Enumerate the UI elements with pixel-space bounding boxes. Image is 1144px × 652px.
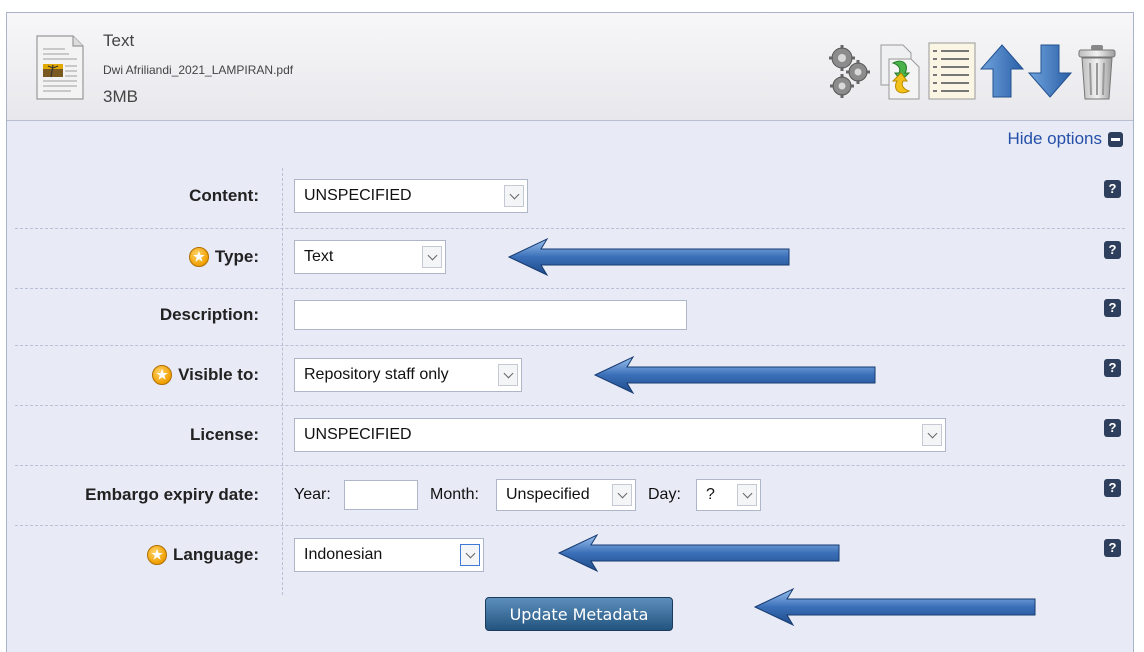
row-license: License: UNSPECIFIED ? xyxy=(7,405,1133,465)
description-input[interactable] xyxy=(294,300,687,330)
annotation-arrow-icon xyxy=(507,237,790,277)
annotation-arrow-icon xyxy=(557,533,840,573)
month-select[interactable]: Unspecified xyxy=(496,479,636,511)
details-icon[interactable] xyxy=(927,41,977,101)
language-select[interactable]: Indonesian xyxy=(294,538,484,572)
description-label: Description: xyxy=(159,305,259,324)
file-name[interactable]: Dwi Afriliandi_2021_LAMPIRAN.pdf xyxy=(103,63,293,77)
help-icon[interactable]: ? xyxy=(1104,241,1121,259)
file-size: 3MB xyxy=(103,87,138,106)
type-label: Type: xyxy=(188,247,259,267)
content-select-value: UNSPECIFIED xyxy=(304,187,412,204)
license-label: License: xyxy=(190,425,259,444)
help-icon[interactable]: ? xyxy=(1104,180,1121,198)
content-select[interactable]: UNSPECIFIED xyxy=(294,179,528,213)
collapse-icon[interactable] xyxy=(1108,131,1123,147)
help-icon[interactable]: ? xyxy=(1104,419,1121,437)
day-select-value: ? xyxy=(706,486,715,503)
file-header: Text Dwi Afriliandi_2021_LAMPIRAN.pdf 3M… xyxy=(7,13,1133,121)
day-label: Day: xyxy=(648,486,681,503)
type-select[interactable]: Text xyxy=(294,240,446,274)
row-description: Description: ? xyxy=(7,285,1133,345)
month-label: Month: xyxy=(430,486,479,503)
update-metadata-button[interactable]: Update Metadata xyxy=(485,597,673,631)
help-icon[interactable]: ? xyxy=(1104,539,1121,557)
embargo-label: Embargo expiry date: xyxy=(85,485,259,504)
move-up-icon[interactable] xyxy=(979,41,1025,101)
document-panel: Text Dwi Afriliandi_2021_LAMPIRAN.pdf 3M… xyxy=(6,12,1134,652)
chevron-down-icon[interactable] xyxy=(504,185,524,207)
required-star-icon xyxy=(152,365,173,385)
hide-options-label[interactable]: Hide options xyxy=(1007,129,1102,149)
year-input[interactable] xyxy=(344,480,418,510)
move-down-icon[interactable] xyxy=(1027,41,1073,101)
visible-to-select-value: Repository staff only xyxy=(304,366,449,383)
content-label: Content: xyxy=(189,186,259,205)
file-type-title: Text xyxy=(103,31,135,50)
chevron-down-icon[interactable] xyxy=(422,246,442,268)
type-select-value: Text xyxy=(304,248,334,265)
language-label: Language: xyxy=(147,545,259,565)
replace-document-icon[interactable] xyxy=(875,41,923,101)
help-icon[interactable]: ? xyxy=(1104,299,1121,317)
row-visible-to: Visible to: Repository staff only ? xyxy=(7,345,1133,405)
required-star-icon xyxy=(188,247,209,267)
language-select-value: Indonesian xyxy=(304,546,383,563)
chevron-down-icon[interactable] xyxy=(460,544,480,566)
hide-options-toggle[interactable]: Hide options xyxy=(1007,129,1123,149)
pdf-document-icon xyxy=(36,35,84,100)
gears-icon[interactable] xyxy=(825,41,873,101)
help-icon[interactable]: ? xyxy=(1104,479,1121,497)
required-star-icon xyxy=(147,545,168,565)
month-select-value: Unspecified xyxy=(506,486,590,503)
license-select-value: UNSPECIFIED xyxy=(304,426,412,443)
trash-icon[interactable] xyxy=(1075,41,1119,101)
annotation-arrow-icon xyxy=(593,355,876,395)
chevron-down-icon[interactable] xyxy=(922,424,942,446)
year-label: Year: xyxy=(294,486,331,503)
row-content: Content: UNSPECIFIED ? xyxy=(7,166,1133,226)
visible-to-label: Visible to: xyxy=(152,365,259,385)
help-icon[interactable]: ? xyxy=(1104,359,1121,377)
row-embargo: Embargo expiry date: Year: Month: Unspec… xyxy=(7,465,1133,525)
chevron-down-icon[interactable] xyxy=(612,484,632,506)
annotation-arrow-icon xyxy=(753,587,1036,627)
day-select[interactable]: ? xyxy=(696,479,761,511)
license-select[interactable]: UNSPECIFIED xyxy=(294,418,946,452)
chevron-down-icon[interactable] xyxy=(498,364,518,386)
visible-to-select[interactable]: Repository staff only xyxy=(294,358,522,392)
chevron-down-icon[interactable] xyxy=(737,484,757,506)
